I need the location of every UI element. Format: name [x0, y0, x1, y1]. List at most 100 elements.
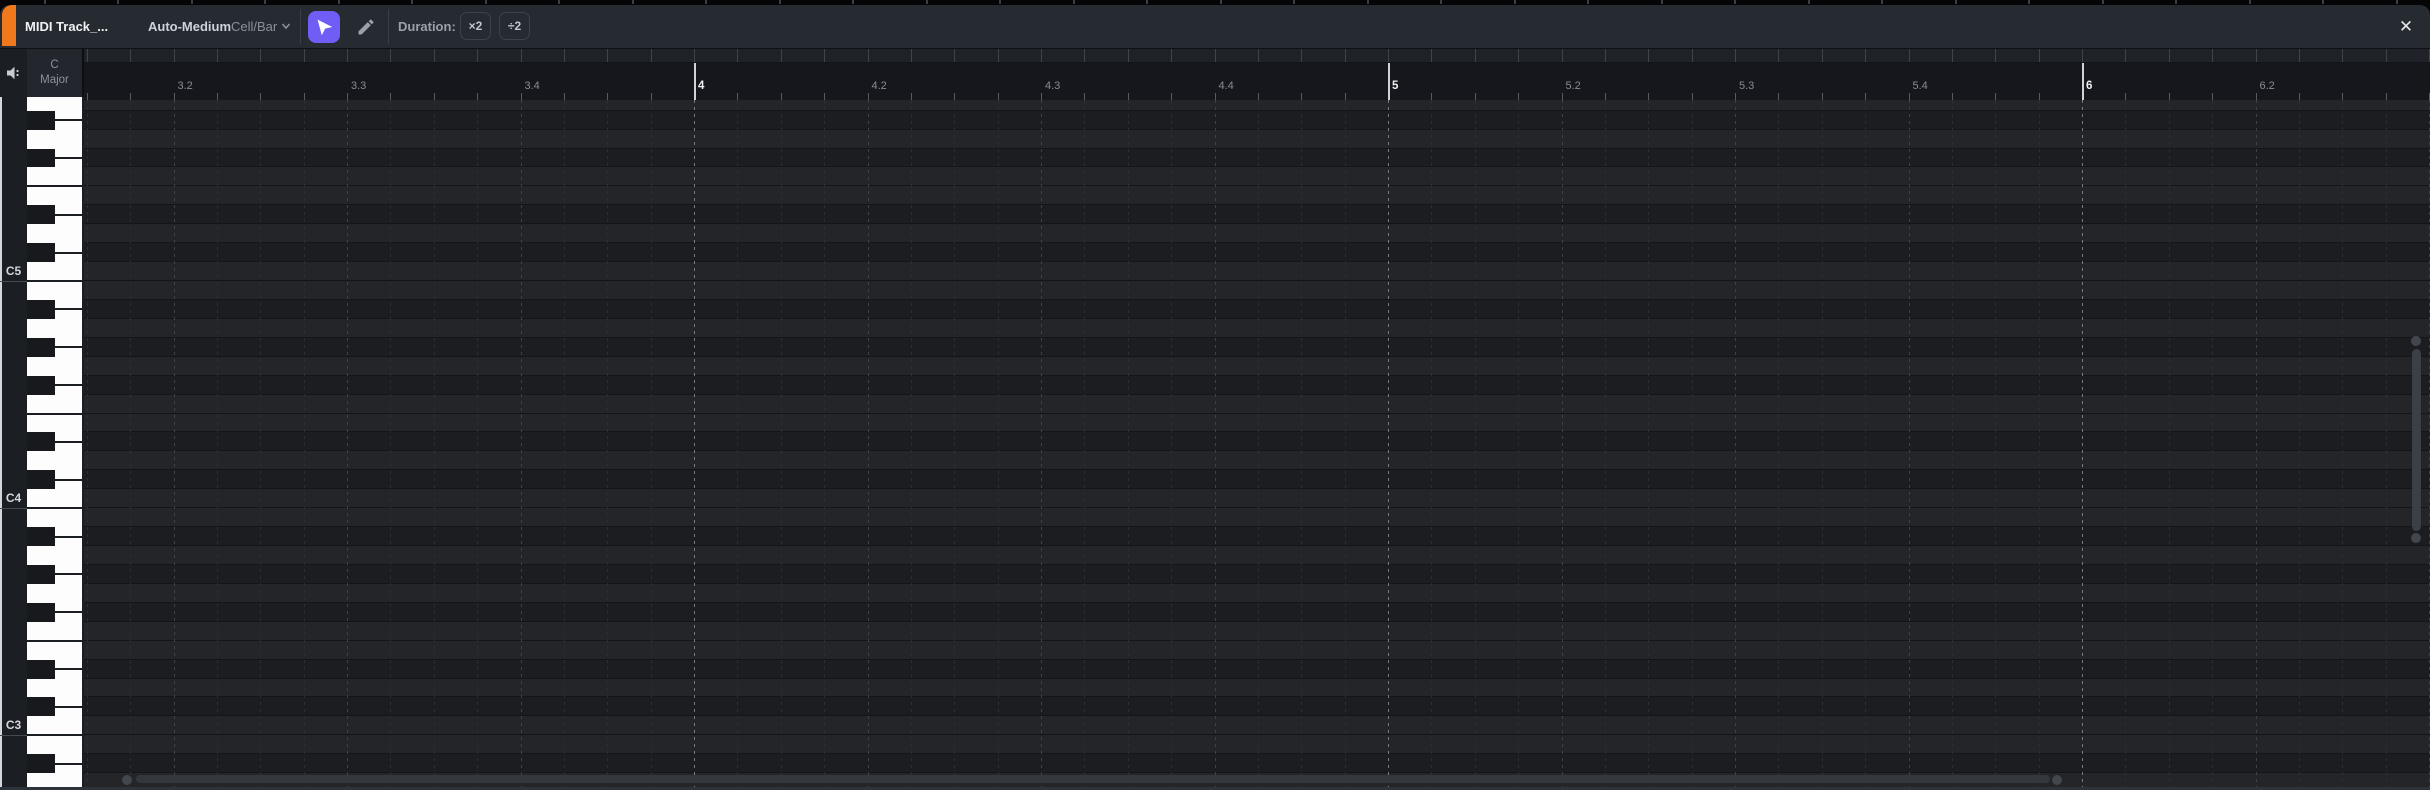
divider: [0, 48, 2430, 49]
cell-strip-line: [2342, 49, 2344, 62]
background-ruler-tick: [852, 0, 854, 4]
cell-strip-line: [2385, 49, 2387, 62]
ruler-tick: [2385, 93, 2387, 100]
piano-key-D#3[interactable]: [27, 659, 55, 679]
piano-key-G#5[interactable]: [27, 110, 55, 130]
duration-double-button[interactable]: ×2: [460, 12, 491, 40]
ruler-label-6.2: 6.2: [2259, 80, 2275, 92]
ruler-tick: [563, 93, 565, 100]
grid-line: [86, 100, 88, 787]
piano-key-F#3[interactable]: [27, 602, 55, 622]
ruler-tick: [1214, 93, 1216, 100]
ruler-tick: [1604, 93, 1606, 100]
piano-key-C#4[interactable]: [27, 470, 55, 490]
close-button[interactable]: ✕: [2390, 12, 2422, 42]
ruler-tick: [997, 93, 999, 100]
octave-label-C5: C5: [5, 264, 22, 279]
horizontal-scrollbar-thumb[interactable]: [136, 775, 2050, 783]
grid-line: [1951, 100, 1953, 787]
vscroll-zoom-handle-top[interactable]: [2411, 336, 2421, 346]
octave-label-C4: C4: [5, 491, 22, 506]
grid-line: [1995, 100, 1997, 787]
grid-line: [1301, 100, 1303, 787]
cell-strip-line: [173, 49, 175, 62]
ruler-tick: [86, 93, 88, 100]
chevron-down-icon[interactable]: [280, 20, 292, 32]
quantize-preset-label[interactable]: Auto-Medium: [148, 5, 231, 48]
grid-line: [2255, 100, 2257, 787]
cell-strip-line: [216, 49, 218, 62]
pencil-tool-button[interactable]: [350, 11, 382, 43]
grid-line: [390, 100, 392, 787]
hscroll-zoom-handle-right[interactable]: [2052, 775, 2062, 785]
grid-line: [2038, 100, 2040, 787]
cell-strip-line: [1821, 49, 1823, 62]
grid-line: [1041, 100, 1042, 787]
piano-key-F#5[interactable]: [27, 148, 55, 168]
ruler-label-3.4: 3.4: [524, 80, 540, 92]
background-ruler-tick: [411, 0, 413, 4]
ruler-tick: [303, 93, 305, 100]
ruler-label-4: 4: [698, 80, 705, 92]
duration-label: Duration:: [398, 19, 456, 34]
piano-key-D#4[interactable]: [27, 432, 55, 452]
cell-strip-line: [2255, 49, 2257, 62]
cell-strip-line: [390, 49, 392, 62]
grid-line: [303, 100, 305, 787]
key-signature-badge[interactable]: C Major: [27, 49, 82, 97]
cell-bar-strip[interactable]: [0, 49, 2430, 62]
ruler-tick: [910, 93, 912, 100]
hscroll-zoom-handle-left[interactable]: [122, 775, 132, 785]
ruler-tick: [1995, 93, 1997, 100]
preview-audition-cell[interactable]: [0, 49, 27, 97]
grid-mode-dropdown[interactable]: Cell/Bar: [231, 5, 277, 48]
smart-tool-button[interactable]: [308, 11, 340, 43]
vertical-scrollbar-thumb[interactable]: [2412, 349, 2421, 531]
ruler-label-5.2: 5.2: [1565, 80, 1581, 92]
piano-key-C#3[interactable]: [27, 697, 55, 717]
piano-key-C#5[interactable]: [27, 243, 55, 263]
duration-halve-button[interactable]: ÷2: [499, 12, 530, 40]
ruler-tick: [260, 93, 262, 100]
piano-keyboard[interactable]: C5 C4 C3: [0, 92, 84, 787]
background-ruler-tick: [264, 0, 266, 4]
ruler-tick: [2212, 93, 2214, 100]
cell-strip-line: [1604, 49, 1606, 62]
grid-line: [216, 100, 218, 787]
grid-line: [1518, 100, 1520, 787]
ruler-tick: [1778, 93, 1780, 100]
vscroll-zoom-handle-bottom[interactable]: [2411, 533, 2421, 543]
piano-key-F#4[interactable]: [27, 375, 55, 395]
cell-strip-line: [2212, 49, 2214, 62]
background-ruler-tick: [2028, 0, 2030, 4]
cell-strip-line: [520, 49, 522, 62]
cell-strip-line: [1561, 49, 1563, 62]
grid-line: [563, 100, 565, 787]
ruler-tick: [650, 93, 652, 100]
grid-line: [824, 100, 826, 787]
ruler-tick: [1301, 93, 1303, 100]
ruler-tick: [477, 93, 479, 100]
piano-key-G#3[interactable]: [27, 564, 55, 584]
cell-strip-line: [1908, 49, 1910, 62]
cell-strip-line: [1084, 49, 1086, 62]
background-ruler-tick: [558, 0, 560, 4]
piano-key-A#3[interactable]: [27, 527, 55, 547]
grid-line: [1344, 100, 1346, 787]
ruler-tick: [1648, 93, 1650, 100]
piano-key-G#4[interactable]: [27, 337, 55, 357]
ruler-tick: [2298, 93, 2300, 100]
piano-key-D#5[interactable]: [27, 205, 55, 225]
ruler-tick: [1735, 93, 1736, 100]
ruler-tick: [433, 93, 435, 100]
background-ruler-tick: [1881, 0, 1883, 4]
grid-line: [1778, 100, 1780, 787]
grid-line: [1604, 100, 1606, 787]
cell-strip-line: [1648, 49, 1650, 62]
piano-key-A#2[interactable]: [27, 754, 55, 774]
piano-key-A#4[interactable]: [27, 299, 55, 319]
note-grid[interactable]: [0, 100, 2430, 787]
timeline-ruler[interactable]: 3.2 3.3 3.4 4 4.2 4.3 4.4 5 5.2 5.3 5.4 6 6.2: [0, 63, 2430, 100]
ruler-tick: [1171, 93, 1173, 100]
octave-divider: [0, 508, 27, 510]
